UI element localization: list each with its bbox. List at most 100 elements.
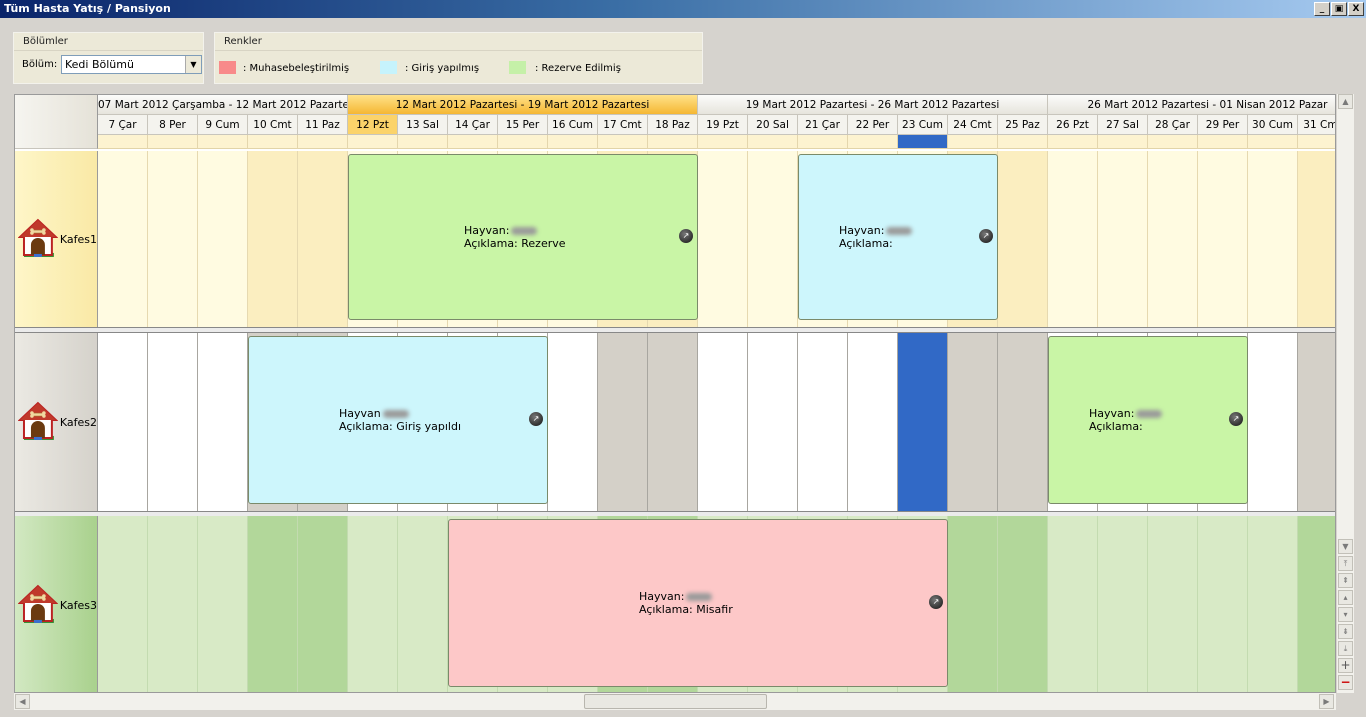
day-header[interactable]: 19 Pzt bbox=[698, 115, 748, 135]
department-select[interactable]: Kedi Bölümü ▼ bbox=[61, 55, 202, 74]
minimize-button[interactable]: _ bbox=[1314, 2, 1330, 16]
appointment-block[interactable]: Hayvan: Açıklama: ↗ bbox=[798, 154, 998, 320]
all-day-cell[interactable] bbox=[448, 135, 498, 149]
time-slot-cell[interactable] bbox=[1148, 151, 1198, 327]
all-day-cell[interactable] bbox=[798, 135, 848, 149]
all-day-cell[interactable] bbox=[948, 135, 998, 149]
day-header[interactable]: 13 Sal bbox=[398, 115, 448, 135]
scheduler-grid[interactable]: 07 Mart 2012 Çarşamba - 12 Mart 2012 Paz… bbox=[14, 94, 1336, 693]
time-slot-cell[interactable] bbox=[198, 151, 248, 327]
time-slot-cell[interactable] bbox=[248, 516, 298, 692]
all-day-cell[interactable] bbox=[648, 135, 698, 149]
day-header[interactable]: 28 Çar bbox=[1148, 115, 1198, 135]
all-day-cell[interactable] bbox=[1048, 135, 1098, 149]
scroll-right-icon[interactable]: ▶ bbox=[1319, 694, 1334, 709]
all-day-cell[interactable] bbox=[1198, 135, 1248, 149]
appointment-link-icon[interactable]: ↗ bbox=[529, 412, 543, 426]
step-down-icon[interactable]: ▾ bbox=[1338, 607, 1353, 622]
time-slot-cell[interactable] bbox=[198, 333, 248, 511]
time-slot-cell[interactable] bbox=[1098, 516, 1148, 692]
time-slot-cell[interactable] bbox=[948, 516, 998, 692]
vertical-scrollbar[interactable]: ▲ ▼ ⤒ ⇞ ▴ ▾ ⇟ ⤓ + − bbox=[1337, 94, 1354, 693]
all-day-cell[interactable] bbox=[1248, 135, 1298, 149]
day-header[interactable]: 12 Pzt bbox=[348, 115, 398, 135]
day-header[interactable]: 22 Per bbox=[848, 115, 898, 135]
prev-page-icon[interactable]: ⇞ bbox=[1338, 573, 1353, 588]
time-slot-cell[interactable] bbox=[98, 516, 148, 692]
time-slot-cell[interactable] bbox=[348, 516, 398, 692]
time-slot-cell[interactable] bbox=[1248, 516, 1298, 692]
time-slot-cell[interactable] bbox=[148, 516, 198, 692]
day-header[interactable]: 23 Cum bbox=[898, 115, 948, 135]
all-day-cell[interactable] bbox=[698, 135, 748, 149]
time-slot-cell[interactable] bbox=[148, 333, 198, 511]
time-slot-cell[interactable] bbox=[548, 333, 598, 511]
day-header[interactable]: 18 Paz bbox=[648, 115, 698, 135]
all-day-cell[interactable] bbox=[748, 135, 798, 149]
time-slot-cell[interactable] bbox=[1198, 151, 1248, 327]
chevron-down-icon[interactable]: ▼ bbox=[185, 56, 201, 73]
day-header[interactable]: 20 Sal bbox=[748, 115, 798, 135]
time-slot-cell[interactable] bbox=[998, 516, 1048, 692]
time-slot-cell[interactable] bbox=[748, 333, 798, 511]
time-slot-cell[interactable] bbox=[898, 333, 948, 511]
appointment-link-icon[interactable]: ↗ bbox=[1229, 412, 1243, 426]
appointment-block[interactable]: Hayvan: Açıklama: Misafir ↗ bbox=[448, 519, 948, 687]
all-day-cell[interactable] bbox=[1148, 135, 1198, 149]
time-slot-cell[interactable] bbox=[948, 333, 998, 511]
time-slot-cell[interactable] bbox=[798, 333, 848, 511]
time-slot-cell[interactable] bbox=[1298, 333, 1335, 511]
all-day-cell[interactable] bbox=[148, 135, 198, 149]
row-header-kafes2[interactable]: Kafes2 bbox=[15, 333, 98, 511]
next-page-icon[interactable]: ⇟ bbox=[1338, 624, 1353, 639]
all-day-cell[interactable] bbox=[198, 135, 248, 149]
all-day-cell[interactable] bbox=[348, 135, 398, 149]
day-header[interactable]: 27 Sal bbox=[1098, 115, 1148, 135]
add-icon[interactable]: + bbox=[1338, 658, 1353, 673]
time-slot-cell[interactable] bbox=[1198, 516, 1248, 692]
time-slot-cell[interactable] bbox=[848, 333, 898, 511]
all-day-cell[interactable] bbox=[1098, 135, 1148, 149]
day-header[interactable]: 11 Paz bbox=[298, 115, 348, 135]
day-header[interactable]: 25 Paz bbox=[998, 115, 1048, 135]
time-slot-cell[interactable] bbox=[1298, 151, 1335, 327]
day-header[interactable]: 7 Çar bbox=[98, 115, 148, 135]
all-day-cell[interactable] bbox=[898, 135, 948, 149]
last-record-icon[interactable]: ⤓ bbox=[1338, 641, 1353, 656]
day-header[interactable]: 15 Per bbox=[498, 115, 548, 135]
time-slot-cell[interactable] bbox=[1048, 516, 1098, 692]
all-day-cell[interactable] bbox=[848, 135, 898, 149]
time-slot-cell[interactable] bbox=[98, 151, 148, 327]
time-slot-cell[interactable] bbox=[598, 333, 648, 511]
day-header[interactable]: 17 Cmt bbox=[598, 115, 648, 135]
all-day-cell[interactable] bbox=[98, 135, 148, 149]
day-header[interactable]: 29 Per bbox=[1198, 115, 1248, 135]
time-slot-cell[interactable] bbox=[648, 333, 698, 511]
week-header[interactable]: 07 Mart 2012 Çarşamba - 12 Mart 2012 Paz… bbox=[98, 95, 348, 115]
appointment-link-icon[interactable]: ↗ bbox=[979, 229, 993, 243]
time-slot-cell[interactable] bbox=[1098, 151, 1148, 327]
week-header[interactable]: 12 Mart 2012 Pazartesi - 19 Mart 2012 Pa… bbox=[348, 95, 698, 115]
scroll-left-icon[interactable]: ◀ bbox=[15, 694, 30, 709]
all-day-cell[interactable] bbox=[548, 135, 598, 149]
day-header[interactable]: 8 Per bbox=[148, 115, 198, 135]
scroll-down-icon[interactable]: ▼ bbox=[1338, 539, 1353, 554]
day-header[interactable]: 9 Cum bbox=[198, 115, 248, 135]
day-header[interactable]: 10 Cmt bbox=[248, 115, 298, 135]
remove-icon[interactable]: − bbox=[1338, 675, 1353, 690]
row-header-kafes1[interactable]: Kafes1 bbox=[15, 151, 98, 327]
all-day-cell[interactable] bbox=[398, 135, 448, 149]
close-button[interactable]: X bbox=[1348, 2, 1364, 16]
time-slot-cell[interactable] bbox=[1148, 516, 1198, 692]
all-day-cell[interactable] bbox=[598, 135, 648, 149]
day-header[interactable]: 24 Cmt bbox=[948, 115, 998, 135]
row-header-kafes3[interactable]: Kafes3 bbox=[15, 516, 98, 692]
appointment-link-icon[interactable]: ↗ bbox=[679, 229, 693, 243]
time-slot-cell[interactable] bbox=[148, 151, 198, 327]
week-header[interactable]: 19 Mart 2012 Pazartesi - 26 Mart 2012 Pa… bbox=[698, 95, 1048, 115]
all-day-cell[interactable] bbox=[498, 135, 548, 149]
step-up-icon[interactable]: ▴ bbox=[1338, 590, 1353, 605]
time-slot-cell[interactable] bbox=[698, 151, 748, 327]
all-day-cell[interactable] bbox=[998, 135, 1048, 149]
time-slot-cell[interactable] bbox=[998, 333, 1048, 511]
